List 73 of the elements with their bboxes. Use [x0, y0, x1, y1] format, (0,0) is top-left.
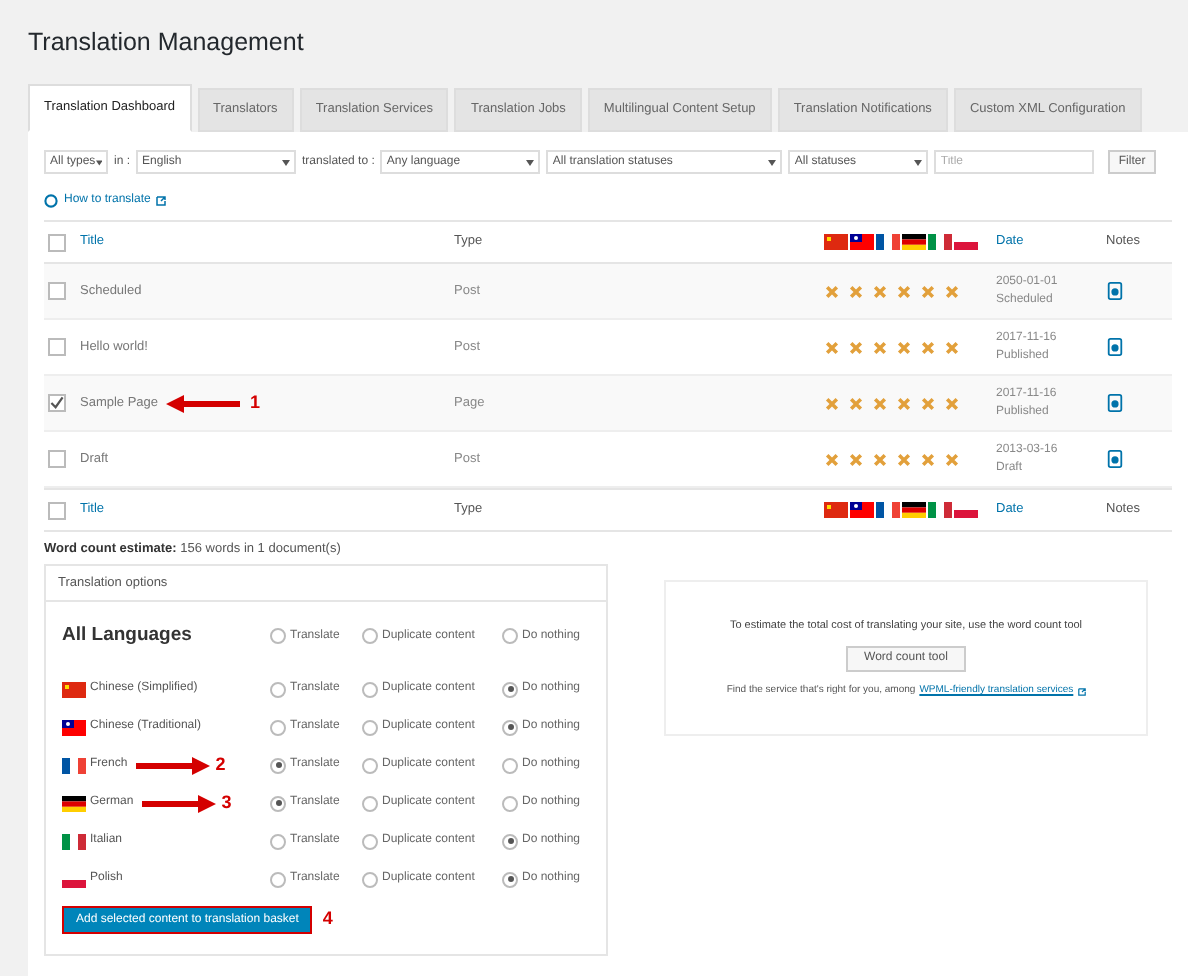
cross-icon	[848, 451, 864, 467]
caret-icon	[526, 159, 535, 165]
document-icon	[1106, 282, 1124, 300]
cross-icon	[824, 395, 840, 411]
caret-icon	[282, 159, 291, 165]
cross-icon	[824, 283, 840, 299]
arrow-icon	[164, 393, 245, 413]
radio-button[interactable]	[270, 757, 286, 773]
cross-icon	[896, 451, 912, 467]
help-circle-icon	[44, 193, 58, 207]
cross-icon	[920, 339, 936, 355]
cross-icon	[944, 283, 960, 299]
cross-icon	[872, 283, 888, 299]
annotation-number: 2	[215, 751, 226, 778]
cross-icon	[872, 395, 888, 411]
cross-icon	[944, 451, 960, 467]
cross-icon	[920, 451, 936, 467]
cross-icon	[848, 283, 864, 299]
cross-icon	[848, 339, 864, 355]
annotation-number: 3	[221, 789, 232, 816]
radio-button[interactable]	[270, 871, 286, 887]
radio-button[interactable]	[502, 757, 518, 773]
radio-button[interactable]	[502, 719, 518, 735]
external-link-icon	[156, 195, 167, 205]
cross-icon	[896, 283, 912, 299]
radio-button[interactable]	[362, 871, 378, 887]
cross-icon	[920, 395, 936, 411]
cross-icon	[872, 451, 888, 467]
radio-button[interactable]	[362, 681, 378, 697]
cross-icon	[920, 283, 936, 299]
external-link-icon	[1077, 687, 1086, 696]
cross-icon	[848, 395, 864, 411]
cross-icon	[872, 339, 888, 355]
annotation-number: 4	[322, 906, 333, 933]
radio-button[interactable]	[270, 795, 286, 811]
checkbox[interactable]	[48, 282, 66, 300]
radio-button[interactable]	[270, 719, 286, 735]
checkbox[interactable]	[48, 338, 66, 356]
caret-icon	[95, 159, 102, 165]
page-title: Translation Management	[26, 26, 306, 60]
radio-button[interactable]	[502, 795, 518, 811]
annotation-number: 1	[250, 389, 261, 416]
document-icon	[1106, 338, 1124, 356]
radio-button[interactable]	[362, 719, 378, 735]
cross-icon	[824, 339, 840, 355]
radio-button[interactable]	[270, 681, 286, 697]
radio-button[interactable]	[270, 833, 286, 849]
cross-icon	[896, 339, 912, 355]
radio-button[interactable]	[502, 628, 518, 644]
radio-button[interactable]	[502, 871, 518, 887]
row-label: All Languages	[62, 621, 194, 650]
checkbox[interactable]	[48, 394, 66, 412]
check-icon	[50, 396, 64, 410]
cross-icon	[944, 395, 960, 411]
arrow-icon	[137, 793, 218, 813]
checkbox[interactable]	[48, 233, 66, 251]
document-icon	[1106, 450, 1124, 468]
cross-icon	[896, 395, 912, 411]
cross-icon	[824, 451, 840, 467]
radio-button[interactable]	[362, 833, 378, 849]
checkbox[interactable]	[48, 450, 66, 468]
arrow-icon	[131, 755, 212, 775]
radio-button[interactable]	[270, 628, 286, 644]
checkbox[interactable]	[48, 501, 66, 519]
radio-button[interactable]	[502, 833, 518, 849]
radio-button[interactable]	[362, 628, 378, 644]
radio-button[interactable]	[502, 681, 518, 697]
caret-icon	[914, 159, 923, 165]
radio-button[interactable]	[362, 795, 378, 811]
caret-icon	[768, 159, 777, 165]
cross-icon	[944, 339, 960, 355]
radio-button[interactable]	[362, 757, 378, 773]
document-icon	[1106, 394, 1124, 412]
